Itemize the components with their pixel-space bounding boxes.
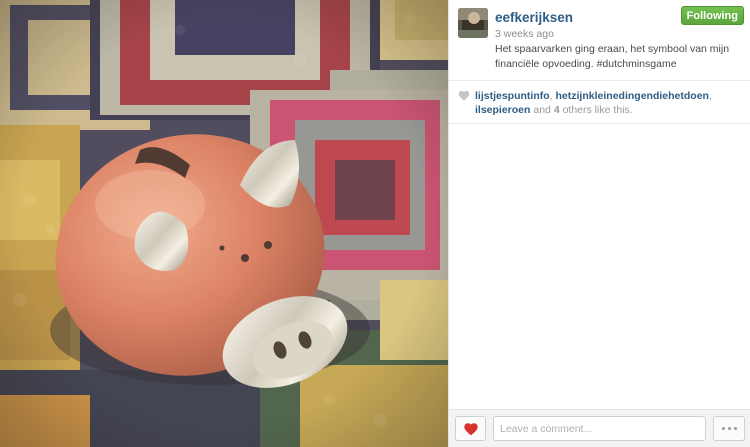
likes-summary: lijstjespuntinfo, hetzijnkleinedingendie… — [449, 81, 750, 124]
post-timestamp: 3 weeks ago — [495, 28, 554, 40]
like-button[interactable] — [455, 416, 486, 441]
ellipsis-icon — [721, 427, 725, 430]
username-link[interactable]: eefkerijksen — [495, 10, 573, 25]
ellipsis-icon — [727, 427, 731, 430]
following-button[interactable]: Following — [680, 6, 744, 25]
post-details-panel: eefkerijksen Following 3 weeks ago Het s… — [448, 0, 750, 447]
heart-icon — [458, 90, 470, 101]
post-caption: Het spaarvarken ging eraan, het symbool … — [495, 43, 730, 70]
likes-others-suffix: others like this. — [559, 104, 633, 116]
post-photo[interactable] — [0, 0, 448, 447]
likes-separator: , — [708, 90, 712, 102]
liker-link[interactable]: lijstjespuntinfo — [475, 90, 550, 102]
ellipsis-icon — [733, 427, 737, 430]
likes-and: and — [530, 104, 554, 116]
piggy-bank-photo — [0, 0, 448, 447]
liker-link[interactable]: hetzijnkleinedingendiehetdoen — [556, 90, 709, 102]
instagram-post-viewer: eefkerijksen Following 3 weeks ago Het s… — [0, 0, 750, 447]
liker-link[interactable]: ilsepieroen — [475, 104, 530, 116]
avatar[interactable] — [458, 8, 488, 38]
comment-bar — [449, 409, 750, 447]
post-header: eefkerijksen Following 3 weeks ago Het s… — [449, 0, 750, 81]
more-options-button[interactable] — [713, 416, 745, 441]
avatar-image — [458, 8, 488, 38]
likes-text: lijstjespuntinfo, hetzijnkleinedingendie… — [475, 89, 742, 117]
heart-icon — [463, 422, 478, 435]
comment-input[interactable] — [493, 416, 706, 441]
